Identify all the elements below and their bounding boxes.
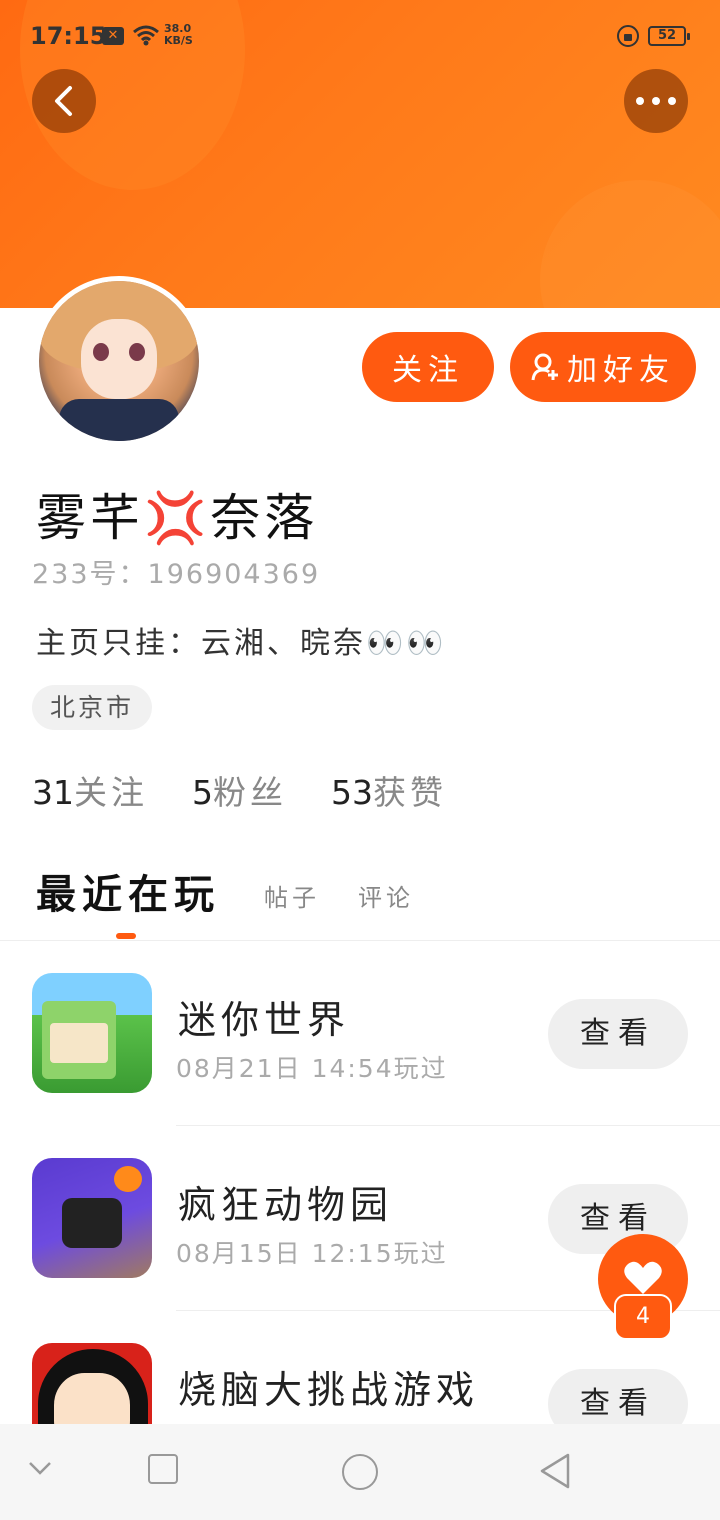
- stat-following[interactable]: 31关注: [32, 766, 148, 814]
- avatar[interactable]: [34, 276, 204, 446]
- tab-recently-played[interactable]: 最近在玩: [36, 862, 220, 920]
- location-badge: 北京市: [32, 685, 153, 730]
- rotation-lock-icon: [617, 25, 639, 47]
- status-time: 17:15: [30, 22, 107, 50]
- like-count-badge: 4: [614, 1294, 672, 1340]
- recent-apps-button[interactable]: [148, 1454, 178, 1484]
- status-bar: 17:15 ✕ 38.0 KB/S 52: [0, 0, 720, 72]
- wifi-icon: [133, 25, 159, 46]
- follow-button-label: 关注: [392, 353, 464, 388]
- network-speed-unit: KB/S: [164, 34, 193, 47]
- back-button[interactable]: [32, 69, 96, 133]
- more-button[interactable]: [624, 69, 688, 133]
- profile-name: 雾芊💢奈落: [36, 489, 319, 547]
- chevron-left-icon: [55, 86, 72, 116]
- stat-count: 31: [32, 773, 74, 812]
- game-icon-mini-world: [32, 973, 152, 1093]
- game-title: 迷你世界: [178, 998, 351, 1042]
- stat-label: 关注: [74, 773, 148, 812]
- notification-icon: ✕: [102, 27, 124, 45]
- network-speed: 38.0 KB/S: [164, 23, 193, 47]
- heart-icon: [624, 1261, 662, 1294]
- stat-likes[interactable]: 53获赞: [331, 766, 447, 814]
- battery-indicator: 52: [648, 26, 690, 46]
- game-title: 烧脑大挑战游戏: [178, 1368, 480, 1412]
- game-played-time: 08月21日 14:54玩过: [176, 1054, 448, 1083]
- chevron-down-icon[interactable]: [28, 1460, 52, 1476]
- view-button[interactable]: 查看: [548, 999, 688, 1069]
- profile-bio: 主页只挂：云湘、晥奈👀👀: [36, 626, 447, 661]
- profile-stats: 31关注 5粉丝 53获赞: [32, 766, 447, 814]
- stat-count: 53: [331, 773, 373, 812]
- game-list-item[interactable]: 迷你世界 08月21日 14:54玩过 查看: [0, 941, 720, 1126]
- more-horizontal-icon: [636, 97, 676, 105]
- tab-posts[interactable]: 帖子: [264, 878, 320, 913]
- stat-label: 获赞: [373, 773, 447, 812]
- add-friend-label: 加好友: [567, 353, 675, 388]
- game-icon-crazy-zoo: [32, 1158, 152, 1278]
- add-friend-button[interactable]: 加好友: [510, 332, 696, 402]
- profile-tabs: 最近在玩 帖子 评论: [36, 862, 720, 942]
- stat-label: 粉丝: [213, 773, 287, 812]
- back-triangle-icon[interactable]: [538, 1452, 572, 1490]
- profile-uid: 233号：196904369: [32, 559, 321, 590]
- banner-decoration: [540, 180, 720, 308]
- system-nav-bar: [0, 1424, 720, 1520]
- tab-indicator: [116, 933, 136, 939]
- follow-button[interactable]: 关注: [362, 332, 494, 402]
- stat-count: 5: [192, 773, 213, 812]
- add-user-icon: [531, 353, 558, 381]
- tab-comments[interactable]: 评论: [358, 878, 414, 913]
- game-title: 疯狂动物园: [178, 1183, 394, 1227]
- stat-fans[interactable]: 5粉丝: [192, 766, 287, 814]
- game-played-time: 08月15日 12:15玩过: [176, 1239, 448, 1268]
- home-button[interactable]: [342, 1454, 378, 1490]
